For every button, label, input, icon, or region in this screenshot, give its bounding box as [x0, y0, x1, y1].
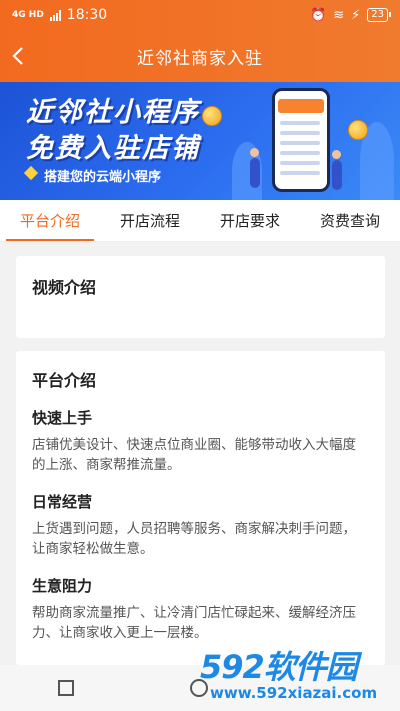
watermark-logo: 592软件园 [200, 648, 358, 686]
coin-icon [202, 106, 222, 126]
person-illustration [250, 158, 260, 188]
section-body: 帮助商家流量推广、让冷清门店忙碌起来、缓解经济压力、让商家收入更上一层楼。 [32, 605, 356, 641]
battery-icon: 23 [367, 8, 391, 22]
recents-button[interactable] [58, 680, 74, 696]
alarm-icon: ⏰ [310, 7, 327, 23]
banner-headline-1: 近邻社小程序 [26, 97, 200, 128]
tab-store-process[interactable]: 开店流程 [100, 200, 200, 241]
section-body: 店铺优美设计、快速点位商业圈、能够带动收入大幅度的上涨、商家帮推流量。 [32, 437, 356, 473]
video-intro-title: 视频介绍 [32, 278, 97, 297]
person-illustration-head [332, 150, 341, 159]
status-time: 18:30 [66, 7, 108, 23]
watermark-url: www.592xiazai.com [210, 684, 378, 702]
promo-banner[interactable]: 近邻社小程序 免费入驻店铺 搭建您的云端小程序 [0, 82, 400, 200]
section-title: 快速上手 [32, 409, 93, 427]
title-bar: 近邻社商家入驻 [0, 30, 400, 82]
section-title: 日常经营 [32, 493, 93, 511]
section-body: 上货遇到问题，人员招聘等服务、商家解决刺手问题，让商家轻松做生意。 [32, 521, 356, 557]
network-indicator: 4G HD [12, 9, 44, 20]
chevron-left-icon [12, 47, 23, 65]
tab-platform-intro[interactable]: 平台介绍 [0, 200, 100, 241]
charging-icon: ⚡ [351, 7, 361, 23]
platform-intro-card: 平台介绍 快速上手 店铺优美设计、快速点位商业圈、能够带动收入大幅度的上涨、商家… [16, 351, 385, 665]
video-intro-card[interactable]: 视频介绍 [16, 256, 385, 338]
person-illustration [332, 160, 342, 190]
page-title: 近邻社商家入驻 [137, 48, 263, 69]
section-title: 生意阻力 [32, 577, 93, 595]
tab-bar: 平台介绍 开店流程 开店要求 资费查询 [0, 200, 400, 242]
wifi-icon: ≋ [333, 7, 345, 23]
tab-fee-query[interactable]: 资费查询 [300, 200, 400, 241]
app-header: 4G HD 18:30 ⏰ ≋ ⚡ 23 近邻社商家入驻 [0, 0, 400, 82]
platform-intro-title: 平台介绍 [32, 371, 97, 390]
coin-icon [348, 120, 368, 140]
phone-illustration [272, 88, 330, 192]
signal-icon [49, 9, 61, 21]
tab-store-requirements[interactable]: 开店要求 [200, 200, 300, 241]
person-illustration-head [250, 148, 259, 157]
banner-headline-2: 免费入驻店铺 [26, 133, 200, 164]
status-bar: 4G HD 18:30 ⏰ ≋ ⚡ 23 [0, 0, 400, 30]
back-button[interactable] [12, 30, 42, 82]
banner-subtitle: 搭建您的云端小程序 [44, 170, 162, 185]
watermark: 592软件园 www.592xiazai.com [196, 640, 396, 710]
star-icon [23, 165, 39, 181]
